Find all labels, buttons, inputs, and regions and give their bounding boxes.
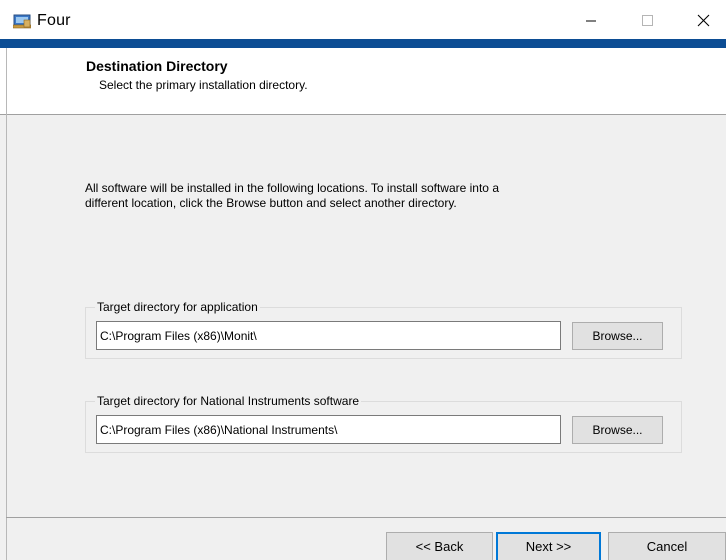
ni-directory-label: Target directory for National Instrument… — [95, 394, 362, 408]
intro-line-1: All software will be installed in the fo… — [85, 181, 499, 195]
app-browse-button[interactable]: Browse... — [572, 322, 663, 350]
app-directory-group: Target directory for application Browse.… — [85, 300, 682, 359]
app-directory-input[interactable] — [96, 321, 561, 350]
title-bar[interactable]: Four — [0, 0, 726, 39]
page-subtitle: Select the primary installation director… — [99, 78, 308, 92]
back-button[interactable]: << Back — [386, 532, 493, 560]
close-button[interactable] — [680, 0, 726, 39]
footer-divider — [6, 517, 726, 518]
page-title: Destination Directory — [86, 58, 228, 74]
installer-window: Four Destination Directory Select the pr… — [0, 0, 726, 560]
window-left-edge — [6, 48, 7, 560]
minimize-icon — [586, 20, 596, 22]
next-button[interactable]: Next >> — [496, 532, 601, 560]
ni-browse-button[interactable]: Browse... — [572, 416, 663, 444]
installer-app-icon — [13, 14, 31, 29]
close-icon — [697, 14, 710, 27]
ni-directory-group: Target directory for National Instrument… — [85, 394, 682, 453]
intro-text: All software will be installed in the fo… — [85, 181, 565, 211]
app-directory-label: Target directory for application — [95, 300, 260, 314]
window-title: Four — [37, 12, 71, 29]
accent-bar — [0, 39, 726, 48]
wizard-header: Destination Directory Select the primary… — [0, 48, 726, 115]
minimize-button[interactable] — [568, 0, 614, 39]
ni-directory-input[interactable] — [96, 415, 561, 444]
maximize-button[interactable] — [624, 0, 670, 39]
cancel-button[interactable]: Cancel — [608, 532, 726, 560]
intro-line-2: different location, click the Browse but… — [85, 196, 457, 210]
maximize-icon — [642, 15, 653, 26]
